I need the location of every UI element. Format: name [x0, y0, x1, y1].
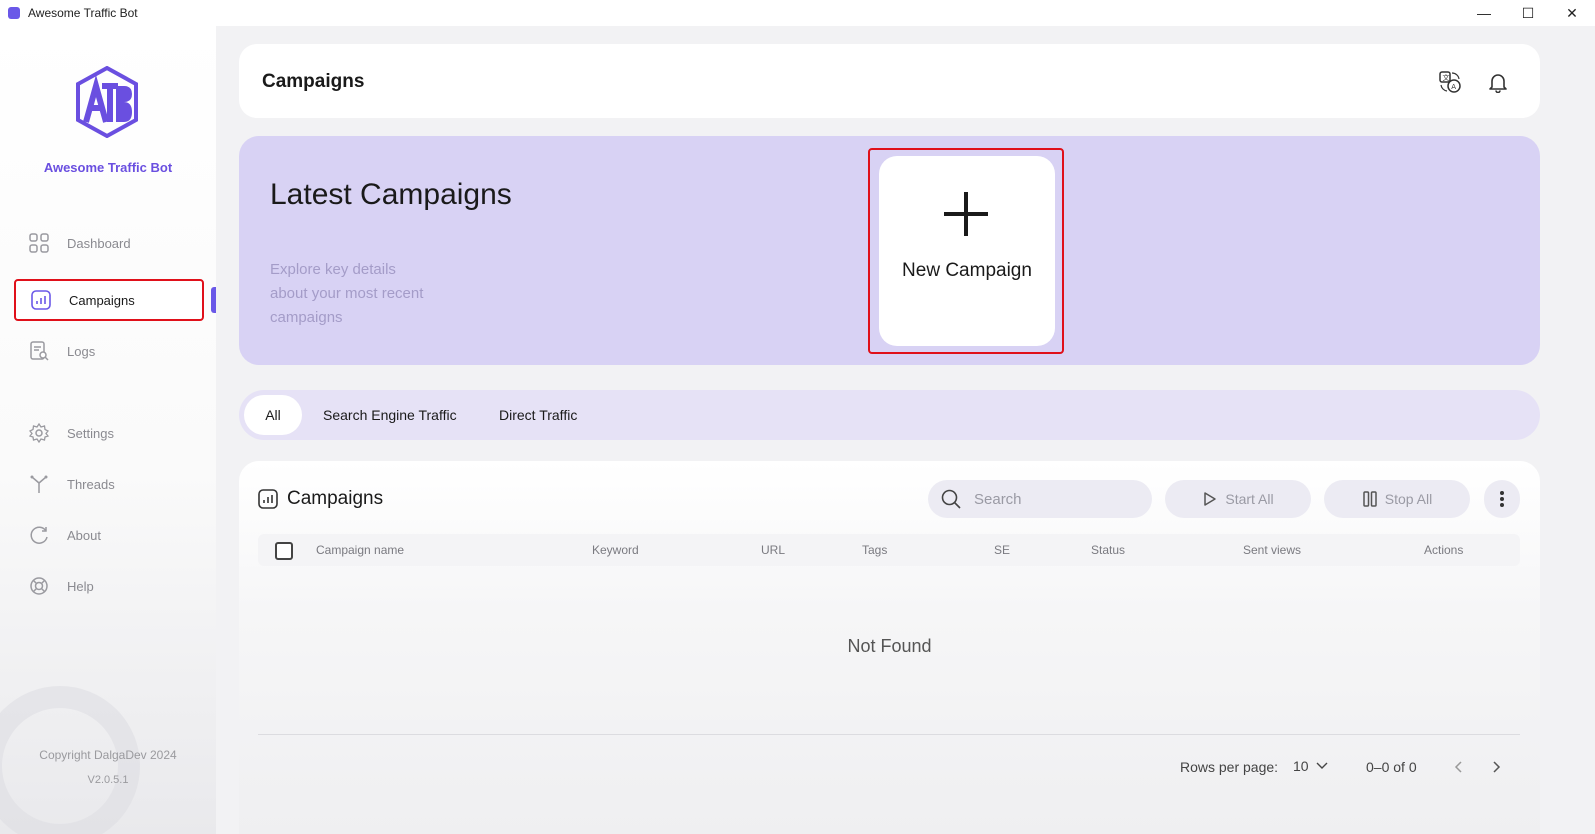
svg-text:文: 文 [1443, 73, 1450, 82]
stop-all-button[interactable]: Stop All [1324, 480, 1470, 518]
sidebar-item-label: Settings [67, 425, 114, 441]
stop-all-label: Stop All [1384, 491, 1433, 507]
chevron-left-icon [1454, 761, 1462, 773]
empty-state-text: Not Found [847, 636, 932, 656]
tab-search-engine-traffic[interactable]: Search Engine Traffic [323, 395, 457, 435]
sidebar-item-label: About [67, 527, 101, 543]
sidebar-item-label: Logs [67, 343, 96, 359]
log-search-icon [28, 340, 50, 362]
column-header: Campaign name [316, 543, 405, 557]
column-header: Keyword [592, 543, 639, 557]
pagination-range: 0–0 of 0 [1366, 759, 1417, 775]
close-button[interactable]: ✕ [1550, 0, 1594, 26]
more-vertical-icon [1500, 491, 1504, 507]
start-all-label: Start All [1225, 491, 1274, 507]
column-header: Status [1091, 543, 1126, 557]
campaigns-panel: Campaigns Start All Stop All Campaign na… [239, 461, 1540, 834]
previous-page-button[interactable] [1448, 757, 1468, 777]
sidebar-item-help[interactable]: Help [14, 565, 204, 607]
banner-subtitle: Explore key details about your most rece… [270, 261, 424, 326]
play-icon [1204, 492, 1217, 506]
bell-icon[interactable] [1485, 69, 1511, 95]
title-bar: Awesome Traffic Bot — ☐ ✕ [0, 0, 1595, 26]
lifebuoy-icon [28, 575, 50, 597]
traffic-tabs: All Search Engine Traffic Direct Traffic [239, 390, 1540, 440]
more-options-button[interactable] [1484, 480, 1520, 518]
atb-logo-icon [76, 66, 138, 138]
search-icon [941, 489, 961, 509]
sidebar-item-label: Dashboard [67, 235, 131, 251]
chart-box-icon [30, 289, 52, 311]
tab-all[interactable]: All [244, 395, 302, 435]
sidebar: Awesome Traffic Bot Dashboard Campaigns … [0, 26, 216, 834]
sidebar-item-threads[interactable]: Threads [14, 463, 204, 505]
translate-icon[interactable]: 文A [1437, 69, 1463, 95]
page-title: Campaigns [262, 71, 365, 92]
chevron-right-icon [1493, 761, 1501, 773]
pause-icon [1363, 491, 1377, 507]
divider [258, 734, 1520, 735]
new-campaign-label: New Campaign [902, 260, 1032, 281]
rows-per-page-select[interactable]: 10 [1293, 758, 1328, 774]
column-header: SE [994, 543, 1011, 557]
gear-icon [28, 422, 50, 444]
plus-icon [944, 192, 988, 236]
chevron-down-icon [1316, 762, 1328, 769]
sidebar-item-campaigns[interactable]: Campaigns [14, 279, 204, 321]
rows-per-page-label: Rows per page: [1180, 759, 1279, 775]
minimize-button[interactable]: — [1462, 0, 1506, 26]
copyright-text: Copyright DalgaDev 2024 [39, 748, 177, 762]
column-header: URL [761, 543, 786, 557]
next-page-button[interactable] [1487, 757, 1507, 777]
chart-box-icon [258, 489, 278, 509]
active-indicator [211, 287, 216, 313]
sidebar-item-label: Threads [67, 476, 115, 492]
dashboard-grid-icon [28, 232, 50, 254]
new-campaign-button[interactable]: New Campaign [879, 156, 1055, 346]
banner-title: Latest Campaigns [270, 178, 512, 211]
sidebar-item-label: Campaigns [69, 292, 135, 308]
branch-icon [28, 473, 50, 495]
sidebar-item-dashboard[interactable]: Dashboard [14, 222, 204, 264]
tab-direct-traffic[interactable]: Direct Traffic [499, 395, 577, 435]
select-all-checkbox[interactable] [275, 542, 293, 560]
column-header: Sent views [1243, 543, 1302, 557]
panel-title: Campaigns [287, 488, 384, 509]
column-header: Tags [862, 543, 888, 557]
refresh-circle-icon [28, 524, 50, 546]
brand-name: Awesome Traffic Bot [43, 160, 173, 175]
sidebar-item-settings[interactable]: Settings [14, 412, 204, 454]
rows-per-page-value: 10 [1293, 758, 1309, 774]
search-input[interactable] [974, 490, 1134, 508]
window-title: Awesome Traffic Bot [28, 6, 138, 20]
table-header: Campaign name Keyword URL Tags SE Status… [258, 534, 1520, 566]
version-text: V2.0.5.1 [87, 774, 129, 786]
app-icon [8, 7, 20, 19]
sidebar-item-logs[interactable]: Logs [14, 330, 204, 372]
search-box [928, 480, 1152, 518]
start-all-button[interactable]: Start All [1165, 480, 1311, 518]
sidebar-item-label: Help [67, 578, 94, 594]
svg-text:A: A [1451, 83, 1456, 91]
maximize-button[interactable]: ☐ [1506, 0, 1550, 26]
column-header: Actions [1424, 543, 1464, 557]
page-header: Campaigns 文A [239, 44, 1540, 118]
sidebar-item-about[interactable]: About [14, 514, 204, 556]
